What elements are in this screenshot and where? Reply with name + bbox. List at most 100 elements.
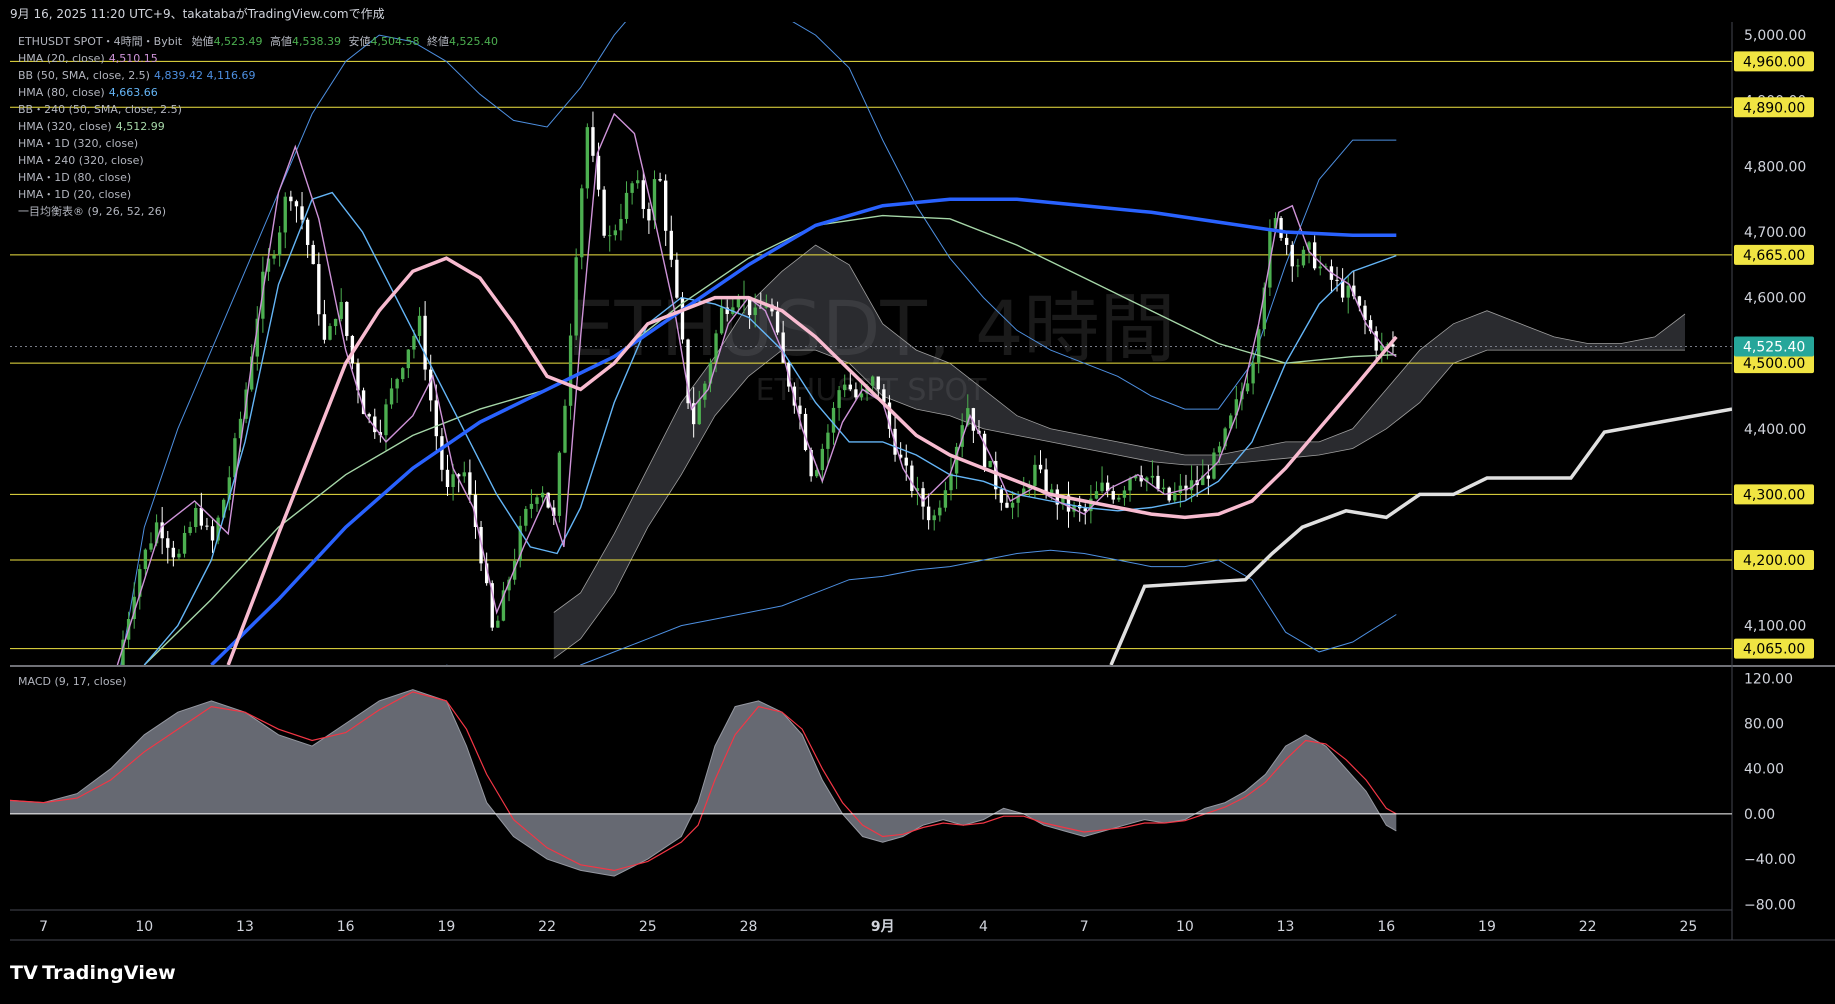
indicator-name: HMA (320, close) — [18, 120, 112, 133]
price-level-label: 4,065.00 — [1743, 642, 1805, 658]
candle-body — [367, 414, 371, 417]
candle-body — [1251, 363, 1255, 384]
candle-body — [926, 506, 931, 521]
candle-body — [871, 376, 875, 386]
indicator-name: 一目均衡表® (9, 26, 52, 26) — [18, 205, 167, 218]
candle-body — [1290, 244, 1294, 267]
candle-body — [664, 180, 668, 231]
candle-body — [540, 492, 545, 498]
candle-body — [619, 218, 623, 231]
candle-body — [434, 400, 438, 437]
candle-body — [608, 235, 612, 237]
candle-body — [591, 127, 595, 156]
indicator-row[interactable]: BB (50, SMA, close, 2.5) 4,839.42 4,116.6… — [18, 67, 502, 84]
candle-body — [949, 473, 953, 491]
date-tick-label: 7 — [39, 919, 48, 935]
price-level-label: 4,665.00 — [1743, 248, 1805, 264]
macd-plot — [10, 689, 1732, 877]
candle-body — [1005, 502, 1009, 508]
candle-body — [1117, 497, 1121, 500]
price-level-label: 4,500.00 — [1743, 356, 1805, 372]
symbol-row: ETHUSDT SPOT・4時間・Bybit 始値4,523.49 高値4,53… — [18, 33, 502, 50]
high-label: 高値 — [270, 35, 293, 48]
candle-body — [401, 368, 405, 380]
low-value: 4,504.58 — [370, 35, 420, 48]
indicator-name: HMA・1D (20, close) — [18, 188, 132, 201]
indicator-row[interactable]: HMA・240 (320, close) — [18, 152, 502, 169]
candle-body — [210, 526, 215, 541]
price-level-label: 4,890.00 — [1743, 100, 1805, 116]
indicator-row[interactable]: 一目均衡表® (9, 26, 52, 26) — [18, 203, 502, 220]
candle-body — [820, 448, 825, 471]
low-label: 安値 — [348, 35, 371, 48]
indicator-name: BB (50, SMA, close, 2.5) — [18, 69, 150, 82]
candle-body — [182, 532, 187, 554]
date-tick-label: 25 — [1679, 919, 1697, 935]
candle-body — [876, 376, 880, 390]
candle-body — [429, 369, 433, 401]
candle-body — [1128, 478, 1132, 491]
candle-body — [188, 527, 192, 533]
price-tick-label: 5,000.00 — [1744, 28, 1806, 44]
candle-body — [585, 127, 590, 189]
candle-body — [1094, 491, 1099, 499]
candle-body — [736, 299, 741, 308]
indicator-name: HMA・1D (80, close) — [18, 171, 132, 184]
indicator-row[interactable]: HMA・1D (20, close) — [18, 186, 502, 203]
candle-body — [177, 553, 181, 558]
indicator-name: BB・240 (50, SMA, close, 2.5) — [18, 103, 182, 116]
candle-body — [1044, 469, 1048, 494]
candle-body — [636, 180, 640, 184]
price-level-label: 4,300.00 — [1743, 487, 1805, 503]
candle-body — [574, 257, 578, 336]
candle-body — [1161, 487, 1166, 490]
indicator-value: 4,510.15 — [108, 52, 158, 65]
date-tick-label: 22 — [538, 919, 556, 935]
candle-body — [904, 457, 908, 466]
candle-body — [613, 230, 618, 236]
candle-body — [1245, 383, 1250, 392]
macd-tick-label: 80.00 — [1744, 717, 1784, 733]
indicator-row[interactable]: HMA・1D (320, close) — [18, 135, 502, 152]
candle-body — [199, 507, 204, 526]
close-value: 4,525.40 — [449, 35, 498, 48]
candle-body — [1100, 482, 1104, 492]
indicator-row[interactable]: HMA (320, close) 4,512.99 — [18, 118, 502, 135]
indicator-row[interactable]: HMA (20, close) 4,510.15 — [18, 50, 502, 67]
candle-body — [848, 384, 852, 390]
candle-body — [719, 307, 724, 334]
date-tick-label: 19 — [437, 919, 455, 935]
candle-body — [205, 525, 209, 527]
candle-body — [988, 460, 992, 468]
candle-body — [445, 469, 450, 488]
high-value: 4,538.39 — [292, 35, 342, 48]
macd-tick-label: 40.00 — [1744, 762, 1784, 778]
candle-body — [1010, 502, 1015, 508]
indicator-row[interactable]: HMA (80, close) 4,663.66 — [18, 84, 502, 101]
candle-body — [524, 508, 528, 526]
candle-body — [753, 307, 757, 316]
candle-body — [395, 379, 399, 389]
candle-body — [1122, 490, 1127, 498]
candle-body — [568, 335, 573, 406]
indicator-row[interactable]: BB・240 (50, SMA, close, 2.5) — [18, 101, 502, 118]
close-label: 終値 — [427, 35, 450, 48]
candle-body — [171, 547, 176, 558]
candle-body — [921, 488, 925, 507]
open-value: 4,523.49 — [213, 35, 263, 48]
candle-body — [1374, 331, 1378, 351]
candle-body — [982, 433, 987, 468]
candle-body — [1038, 464, 1043, 470]
candle-body — [932, 515, 936, 521]
date-tick-label: 16 — [337, 919, 355, 935]
tradingview-logo[interactable]: 𝗧𝗩 TradingView — [10, 962, 176, 984]
price-tick-label: 4,700.00 — [1744, 225, 1806, 241]
tv-logo-icon: 𝗧𝗩 — [10, 962, 39, 984]
indicator-value: 4,839.42 4,116.69 — [153, 69, 256, 82]
date-tick-label: 13 — [1277, 919, 1295, 935]
indicator-row[interactable]: HMA・1D (80, close) — [18, 169, 502, 186]
candle-body — [339, 301, 343, 319]
candle-body — [658, 179, 662, 181]
macd-tick-label: −40.00 — [1744, 852, 1796, 868]
candle-body — [641, 180, 645, 209]
